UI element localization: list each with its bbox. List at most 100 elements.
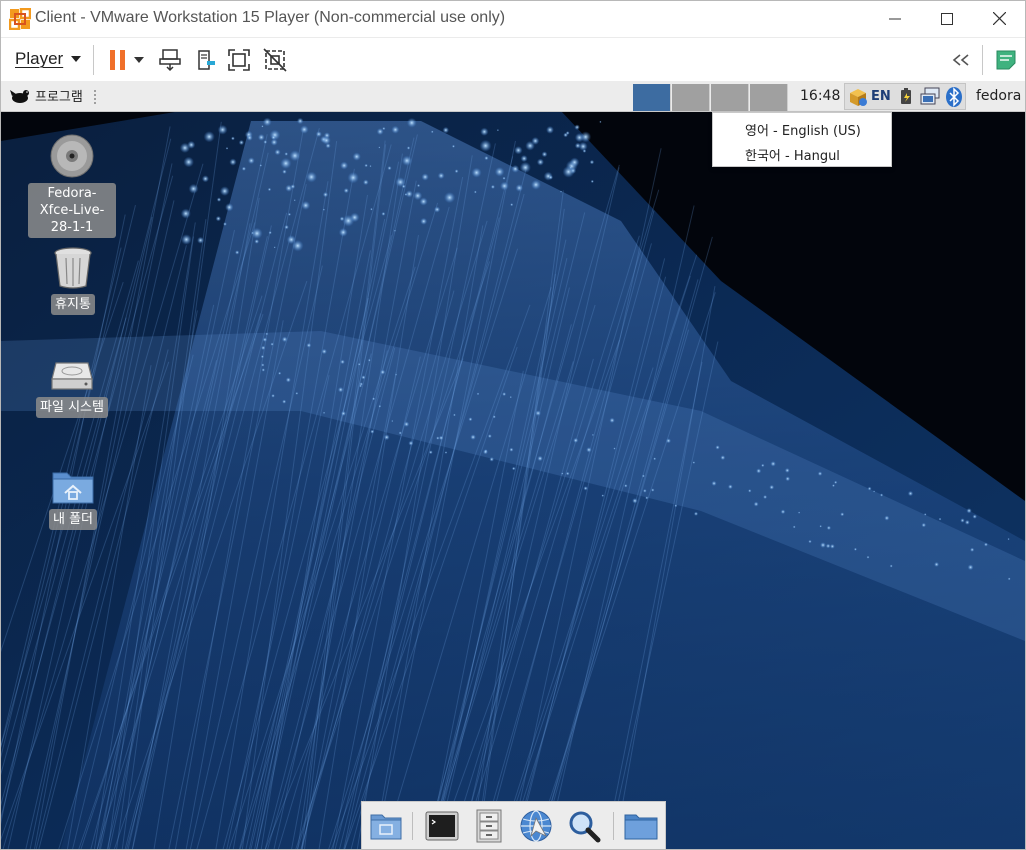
fiber-tip-glow: [487, 434, 492, 439]
fiber-tip-glow: [866, 555, 870, 559]
dock-terminal-button[interactable]: [423, 807, 461, 845]
fiber-tip-glow: [215, 215, 222, 222]
desktop-icon-live-disc[interactable]: Fedora-Xfce-Live-28-1-1: [27, 133, 117, 238]
package-updates-icon[interactable]: [847, 86, 869, 108]
fiber-tip-glow: [359, 384, 363, 388]
fiber-tip-glow: [509, 395, 512, 399]
fiber-tip-glow: [711, 480, 717, 486]
removable-devices-button[interactable]: [191, 45, 221, 75]
guest-display[interactable]: 프로그램 16:48 EN fedora 영어 - English (US) 한…: [1, 81, 1025, 849]
fiber-tip-glow: [315, 131, 322, 138]
dock-file-manager-button[interactable]: [470, 807, 508, 845]
workspace-1[interactable]: [633, 84, 671, 111]
fiber-tip-glow: [515, 184, 524, 192]
send-ctrl-alt-del-icon: [159, 49, 181, 72]
fiber-tip-glow: [408, 440, 414, 446]
workspace-4[interactable]: [750, 84, 788, 111]
fiber-tip-glow: [586, 447, 592, 453]
fiber-tip-glow: [923, 513, 927, 516]
unity-button[interactable]: [260, 45, 290, 75]
fiber-tip-glow: [420, 217, 428, 225]
close-button[interactable]: [973, 1, 1025, 36]
keyboard-layout-indicator[interactable]: EN: [871, 89, 891, 104]
fiber-tip-glow: [820, 542, 826, 548]
fiber-tip-glow: [831, 484, 835, 488]
dock-show-desktop-button[interactable]: [367, 807, 405, 845]
top-panel: 프로그램 16:48 EN fedora: [1, 81, 1025, 112]
close-icon: [992, 12, 1006, 25]
fullscreen-button[interactable]: [224, 45, 254, 75]
fiber-tip-glow: [406, 146, 411, 150]
fiber-tip-glow: [873, 490, 876, 493]
fiber-tip-glow: [921, 522, 927, 528]
fiber-tip-glow: [808, 539, 812, 544]
desktop-icon-trash[interactable]: 휴지통: [43, 246, 103, 315]
fiber-tip-glow: [270, 342, 274, 346]
user-menu[interactable]: fedora: [976, 88, 1021, 104]
notes-button[interactable]: [991, 45, 1021, 75]
fiber-tip-glow: [565, 471, 570, 476]
dock-folder-button[interactable]: [622, 807, 660, 845]
fiber-tip-glow: [451, 144, 456, 148]
fiber-tip-glow: [511, 164, 520, 173]
minimize-button[interactable]: [869, 1, 921, 36]
workspace-2[interactable]: [672, 84, 710, 111]
dock-app-finder-button[interactable]: [565, 807, 603, 845]
fiber-tip-glow: [430, 130, 434, 134]
network-icon[interactable]: [919, 86, 941, 108]
folder-icon: [624, 814, 658, 840]
fiber-tip-glow: [180, 208, 191, 219]
dock-web-browser-button[interactable]: [517, 807, 555, 845]
fiber-tip-glow: [246, 134, 253, 141]
fiber-tip-glow: [299, 125, 309, 134]
desktop-icon-home[interactable]: 내 폴더: [41, 467, 105, 530]
fiber-tip-glow: [434, 206, 441, 213]
app-finder-icon: [569, 811, 601, 843]
fiber-tip-glow: [641, 474, 645, 478]
send-ctrl-alt-del-button[interactable]: [155, 45, 185, 75]
fiber-tip-glow: [337, 386, 344, 393]
collapse-toolbar-button[interactable]: [946, 45, 976, 75]
fiber-tip-glow: [403, 421, 410, 428]
fiber-tip-glow: [674, 504, 678, 508]
fiber-tip-glow: [321, 348, 327, 355]
layout-option-english[interactable]: 영어 - English (US): [745, 120, 861, 139]
applications-menu-button[interactable]: 프로그램: [9, 86, 83, 105]
fiber-tip-glow: [284, 224, 289, 230]
layout-option-hangul[interactable]: 한국어 - Hangul: [745, 145, 840, 164]
fiber-tip-glow: [306, 342, 312, 348]
fiber-tip-glow: [381, 211, 386, 216]
fiber-tip-glow: [305, 171, 317, 183]
fiber-tip-glow: [509, 447, 514, 452]
workspace-3[interactable]: [711, 84, 749, 111]
keyboard-layout-menu: 영어 - English (US) 한국어 - Hangul: [712, 112, 892, 167]
fiber-tip-glow: [372, 397, 376, 401]
title-bar[interactable]: Client - VMware Workstation 15 Player (N…: [1, 1, 1025, 36]
maximize-button[interactable]: [921, 1, 973, 36]
panel-handle[interactable]: [93, 89, 97, 105]
fiber-tip-glow: [289, 150, 301, 162]
fiber-tip-glow: [960, 518, 965, 523]
terminal-icon: [425, 811, 459, 841]
fiber-tip-glow: [284, 152, 289, 156]
player-menu-button[interactable]: Player: [15, 49, 82, 69]
fiber-tip-glow: [665, 438, 672, 444]
desktop-icon-filesystem[interactable]: 파일 시스템: [31, 359, 113, 418]
toolbar: Player: [1, 37, 1025, 80]
fiber-tip-glow: [546, 125, 554, 134]
power-dropdown-button[interactable]: [127, 45, 151, 75]
fiber-tip-glow: [254, 239, 260, 244]
fiber-tip-glow: [761, 463, 765, 468]
panel-clock[interactable]: 16:48: [800, 88, 840, 104]
fiber-tip-glow: [784, 467, 790, 473]
fiber-tip-glow: [274, 149, 281, 156]
unity-icon: [263, 48, 287, 72]
fiber-tip-glow: [378, 404, 382, 408]
fiber-tip-glow: [391, 419, 394, 423]
bluetooth-icon[interactable]: [945, 86, 963, 108]
fiber-tip-glow: [756, 468, 762, 474]
home-folder-icon: [52, 472, 94, 504]
power-manager-icon[interactable]: [897, 86, 917, 108]
fiber-tip-glow: [753, 501, 759, 507]
player-menu-label: Player: [15, 49, 64, 68]
